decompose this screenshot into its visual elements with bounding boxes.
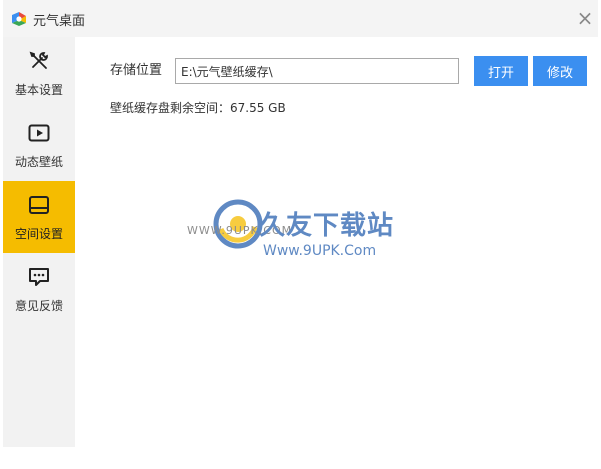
storage-path-input[interactable] xyxy=(175,58,459,84)
main-panel: 存储位置 打开 修改 壁纸缓存盘剩余空间：67.55 GB WWW.9UPK.C… xyxy=(75,37,598,447)
play-icon xyxy=(27,121,51,145)
title-bar: 元气桌面 × xyxy=(3,0,598,37)
sidebar-item-label: 基本设置 xyxy=(14,83,63,97)
sidebar-item-space-settings[interactable]: 空间设置 xyxy=(3,181,75,253)
sidebar-item-feedback[interactable]: 意见反馈 xyxy=(3,253,75,325)
sidebar-item-live-wallpaper[interactable]: 动态壁纸 xyxy=(3,109,75,181)
free-space-text: 壁纸缓存盘剩余空间：67.55 GB xyxy=(110,101,286,115)
window-title: 元气桌面 xyxy=(33,14,86,29)
sidebar: 基本设置 动态壁纸 空间设置 意见反馈 xyxy=(3,37,75,447)
sidebar-item-label: 意见反馈 xyxy=(14,299,63,313)
sidebar-item-basic-settings[interactable]: 基本设置 xyxy=(3,37,75,109)
watermark-site-name: 久友下载站 xyxy=(259,211,395,241)
watermark: WWW.9UPK.COM 久友下载站 Www.9UPK.Com xyxy=(187,187,487,277)
sidebar-item-label: 空间设置 xyxy=(14,227,63,241)
watermark-site-url: Www.9UPK.Com xyxy=(263,243,377,259)
chat-icon xyxy=(27,265,51,289)
storage-icon xyxy=(27,193,51,217)
open-button[interactable]: 打开 xyxy=(474,56,528,86)
app-logo-icon xyxy=(11,11,27,27)
modify-button[interactable]: 修改 xyxy=(533,56,587,86)
close-icon[interactable]: × xyxy=(576,8,594,28)
tools-icon xyxy=(27,49,51,73)
sidebar-item-label: 动态壁纸 xyxy=(14,155,63,169)
app-window: 元气桌面 × 基本设置 动态壁纸 空间设置 意见反馈 存储位置 E:\元气壁纸缓… xyxy=(3,0,598,447)
storage-location-label: 存储位置 xyxy=(110,63,163,78)
